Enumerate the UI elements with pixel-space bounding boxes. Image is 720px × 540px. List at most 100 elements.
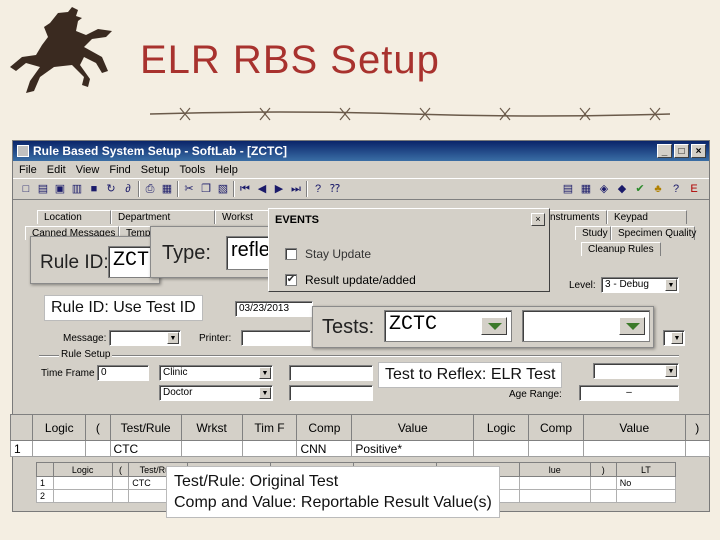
check-icon[interactable]: ✔ (633, 182, 647, 196)
grid-header[interactable]: Comp (296, 414, 353, 441)
help-icon[interactable]: ? (311, 182, 325, 196)
chevron-down-icon[interactable]: ▼ (259, 387, 271, 399)
stay-update-checkbox[interactable] (285, 248, 297, 260)
question-icon[interactable]: ? (669, 182, 683, 196)
minimize-button[interactable]: _ (657, 144, 672, 158)
grid-cell[interactable] (180, 440, 243, 457)
grid-cell[interactable] (582, 440, 686, 457)
result-update-option[interactable]: ✔ Result update/added (285, 273, 416, 287)
tab-instruments[interactable]: nstruments (543, 210, 607, 224)
grid-small-cell[interactable] (518, 476, 591, 490)
grid-cell[interactable] (85, 440, 111, 457)
chevron-down-icon[interactable]: ▼ (259, 367, 271, 379)
paste-icon[interactable]: ▧ (216, 182, 230, 196)
open-icon[interactable]: ▤ (36, 182, 50, 196)
chevron-down-icon[interactable]: ▼ (665, 279, 677, 291)
grid-header[interactable]: Value (582, 414, 686, 441)
grid-header[interactable]: Logic (473, 414, 530, 441)
prev-icon[interactable]: ◀ (255, 182, 269, 196)
close-icon[interactable]: × (531, 213, 545, 226)
last-icon[interactable]: ⏭ (289, 182, 303, 196)
chevron-down-icon[interactable]: ▼ (665, 365, 677, 377)
grid-cell[interactable] (32, 440, 87, 457)
printer-icon[interactable]: ⎙ (143, 182, 157, 196)
tab-department[interactable]: Department (111, 210, 215, 224)
extra-field-1[interactable] (289, 365, 373, 381)
tab-study[interactable]: Study (575, 226, 611, 240)
time-frame-input[interactable]: 0 (97, 365, 149, 381)
extra-field-2[interactable] (289, 385, 373, 401)
chevron-down-icon[interactable]: ▼ (671, 332, 683, 344)
disk-icon[interactable]: ■ (87, 182, 101, 196)
grid-small-cell[interactable] (589, 476, 617, 490)
tab-location[interactable]: Location (37, 210, 111, 224)
grid-small-cell[interactable] (589, 489, 617, 503)
context-help-icon[interactable]: ⁇ (328, 182, 342, 196)
cut-icon[interactable]: ✂ (182, 182, 196, 196)
save-icon[interactable]: ▣ (53, 182, 67, 196)
message-select[interactable]: ▼ (109, 330, 181, 346)
grid-cell[interactable] (684, 440, 711, 457)
chevron-down-icon[interactable] (619, 317, 645, 335)
refresh-icon[interactable]: ↻ (104, 182, 118, 196)
tab-specimen-quality[interactable]: Specimen Quality (611, 226, 696, 240)
table-row[interactable]: 1 CTC CNN Positive* (9, 440, 711, 457)
right-select-1[interactable]: ▼ (593, 363, 679, 379)
grid-small-cell[interactable] (111, 476, 130, 490)
print-setup-icon[interactable]: ▥ (70, 182, 84, 196)
doctor-select[interactable]: Doctor ▼ (159, 385, 273, 401)
chevron-down-icon[interactable] (481, 317, 507, 335)
grid-cell[interactable] (241, 440, 298, 457)
tool3-icon[interactable]: ◈ (597, 182, 611, 196)
grid-header[interactable]: Wrkst (180, 414, 243, 441)
menu-edit[interactable]: Edit (47, 164, 66, 176)
clinic-select[interactable]: Clinic ▼ (159, 365, 273, 381)
tool2-icon[interactable]: ▦ (579, 182, 593, 196)
tests-select-right[interactable]: ▼ (663, 330, 685, 346)
grid-header[interactable]: Value (351, 414, 475, 441)
tab-keypad[interactable]: Keypad (607, 210, 687, 224)
grid-header[interactable]: ( (85, 414, 111, 441)
chevron-down-icon[interactable]: ▼ (167, 332, 179, 344)
new-icon[interactable]: □ (19, 182, 33, 196)
grid-cell[interactable] (473, 440, 530, 457)
grid-cell[interactable] (528, 440, 584, 457)
link-icon[interactable]: ∂ (121, 182, 135, 196)
grid-cell[interactable]: Positive* (351, 440, 475, 457)
grid-small-cell[interactable] (52, 476, 113, 490)
grid-cell[interactable]: CTC (109, 440, 182, 457)
menu-file[interactable]: File (19, 164, 37, 176)
printer-select[interactable] (241, 330, 311, 346)
grid-header[interactable]: Comp (528, 414, 584, 441)
date-field[interactable]: 03/23/2013 (235, 301, 313, 317)
copy-icon[interactable]: ❐ (199, 182, 213, 196)
menu-tools[interactable]: Tools (180, 164, 206, 176)
next-icon[interactable]: ▶ (272, 182, 286, 196)
close-button[interactable]: × (691, 144, 706, 158)
grid-small-cell[interactable] (615, 489, 677, 503)
bell-icon[interactable]: ♣ (651, 182, 665, 196)
tab-cleanup-rules[interactable]: Cleanup Rules (581, 242, 661, 256)
tests-zoom-input[interactable]: ZCTC (384, 310, 512, 342)
exit-icon[interactable]: E (687, 182, 701, 196)
grid-header[interactable]: ) (684, 414, 711, 441)
grid-header[interactable]: Tim F (241, 414, 298, 441)
result-update-checkbox[interactable]: ✔ (285, 274, 297, 286)
stay-update-option[interactable]: Stay Update (285, 247, 371, 261)
menu-setup[interactable]: Setup (141, 164, 170, 176)
menu-help[interactable]: Help (215, 164, 238, 176)
grid-small-cell[interactable] (52, 489, 113, 503)
maximize-button[interactable]: □ (674, 144, 689, 158)
grid-small-cell[interactable]: No (615, 476, 677, 490)
preview-icon[interactable]: ▦ (160, 182, 174, 196)
first-icon[interactable]: ⏮ (238, 182, 252, 196)
age-range-input[interactable]: – (579, 385, 679, 401)
tests-zoom-input-2[interactable] (522, 310, 650, 342)
menu-view[interactable]: View (76, 164, 100, 176)
grid-header[interactable]: Test/Rule (109, 414, 182, 441)
tool4-icon[interactable]: ◆ (615, 182, 629, 196)
grid-small-cell[interactable] (518, 489, 591, 503)
grid-small-cell[interactable] (111, 489, 130, 503)
level-select[interactable]: 3 - Debug ▼ (601, 277, 679, 293)
menu-find[interactable]: Find (109, 164, 130, 176)
